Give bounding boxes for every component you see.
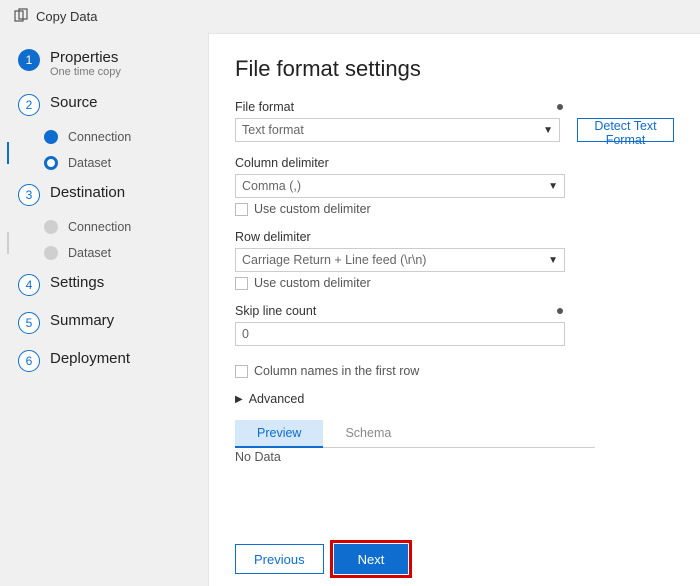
step-label: Properties <box>50 49 121 66</box>
step-number: 2 <box>18 94 40 116</box>
step-number: 1 <box>18 49 40 71</box>
step-destination[interactable]: 3 Destination <box>0 176 200 214</box>
row-delimiter-label: Row delimiter <box>235 230 565 244</box>
tab-preview[interactable]: Preview <box>235 420 323 448</box>
column-names-first-row-checkbox[interactable]: Column names in the first row <box>235 364 674 378</box>
step-properties[interactable]: 1 Properties One time copy <box>0 41 200 86</box>
step-label: Deployment <box>50 350 130 367</box>
step-label: Source <box>50 94 98 111</box>
substep-destination-connection[interactable]: Connection <box>44 214 200 240</box>
substep-dot <box>44 246 58 260</box>
column-custom-delimiter-checkbox[interactable]: Use custom delimiter <box>235 202 565 216</box>
column-delimiter-label: Column delimiter <box>235 156 565 170</box>
substep-label: Dataset <box>68 156 111 170</box>
chevron-down-icon: ▼ <box>543 125 553 136</box>
substep-source-dataset[interactable]: Dataset <box>44 150 200 176</box>
checkbox-icon <box>235 277 248 290</box>
step-source[interactable]: 2 Source <box>0 86 200 124</box>
step-sublabel: One time copy <box>50 66 121 78</box>
preview-schema-tabs: Preview Schema <box>235 420 595 448</box>
checkbox-icon <box>235 203 248 216</box>
step-label: Summary <box>50 312 114 329</box>
triangle-right-icon: ▶ <box>235 394 243 405</box>
substep-label: Connection <box>68 220 131 234</box>
skip-line-count-input[interactable] <box>235 322 565 346</box>
step-number: 5 <box>18 312 40 334</box>
main-panel: File format settings File format Text fo… <box>208 33 700 586</box>
step-number: 4 <box>18 274 40 296</box>
info-icon[interactable] <box>557 308 563 314</box>
window-title-text: Copy Data <box>36 9 97 24</box>
step-settings[interactable]: 4 Settings <box>0 266 200 304</box>
file-format-select[interactable]: Text format▼ <box>235 118 560 142</box>
chevron-down-icon: ▼ <box>548 255 558 266</box>
substep-dot <box>44 220 58 234</box>
row-delimiter-select[interactable]: Carriage Return + Line feed (\r\n)▼ <box>235 248 565 272</box>
step-number: 3 <box>18 184 40 206</box>
info-icon[interactable] <box>557 104 563 110</box>
wizard-sidebar: 1 Properties One time copy 2 Source Conn… <box>0 33 200 586</box>
file-format-label: File format <box>235 100 565 114</box>
tab-schema[interactable]: Schema <box>323 420 413 447</box>
window-title: Copy Data <box>0 0 700 33</box>
detect-text-format-button[interactable]: Detect Text Format <box>577 118 674 142</box>
substep-dot <box>44 130 58 144</box>
step-label: Destination <box>50 184 125 201</box>
column-delimiter-select[interactable]: Comma (,)▼ <box>235 174 565 198</box>
substep-dot <box>44 156 58 170</box>
preview-content: No Data <box>235 448 674 466</box>
advanced-toggle[interactable]: ▶ Advanced <box>235 392 674 406</box>
chevron-down-icon: ▼ <box>548 181 558 192</box>
substep-source-connection[interactable]: Connection <box>44 124 200 150</box>
page-heading: File format settings <box>235 56 674 82</box>
step-number: 6 <box>18 350 40 372</box>
substep-label: Dataset <box>68 246 111 260</box>
skip-line-count-label: Skip line count <box>235 304 565 318</box>
substep-destination-dataset[interactable]: Dataset <box>44 240 200 266</box>
previous-button[interactable]: Previous <box>235 544 324 574</box>
next-button[interactable]: Next <box>334 544 409 574</box>
substep-label: Connection <box>68 130 131 144</box>
copy-data-icon <box>14 8 28 25</box>
checkbox-icon <box>235 365 248 378</box>
row-custom-delimiter-checkbox[interactable]: Use custom delimiter <box>235 276 565 290</box>
step-label: Settings <box>50 274 104 291</box>
step-summary[interactable]: 5 Summary <box>0 304 200 342</box>
step-deployment[interactable]: 6 Deployment <box>0 342 200 380</box>
